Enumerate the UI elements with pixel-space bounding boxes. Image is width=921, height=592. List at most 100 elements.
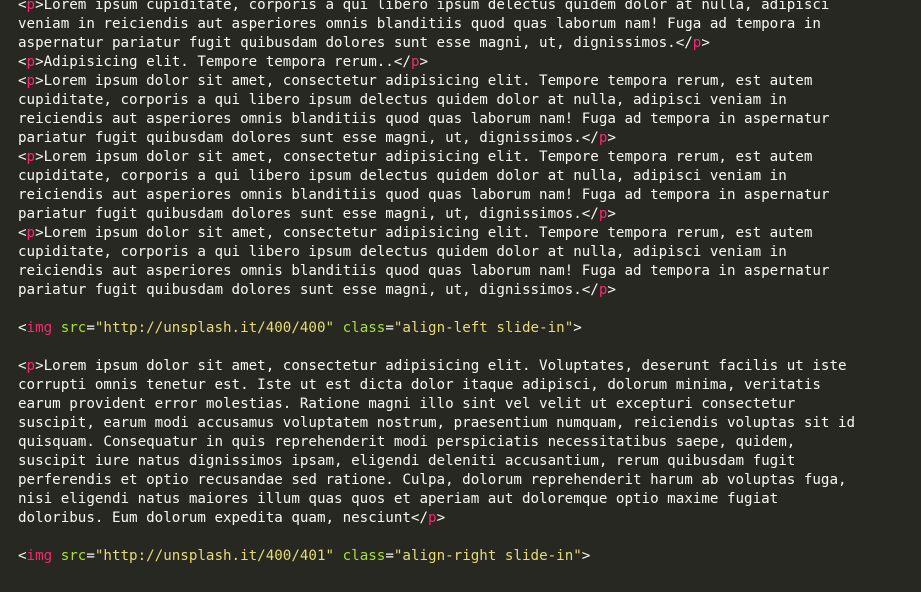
code-line: corrupti omnis tenetur est. Iste ut est … <box>18 376 855 395</box>
attribute-value: "http://unsplash.it/400/401" <box>94 548 335 564</box>
text-content: corrupti omnis tenetur est. Iste ut est … <box>18 377 821 393</box>
text-content: reiciendis aut asperiores omnis blanditi… <box>18 111 830 127</box>
code-line: <img src="http://unsplash.it/400/400" cl… <box>18 319 855 338</box>
tag-close-bracket: > <box>35 73 44 89</box>
text-content: Lorem ipsum dolor sit amet, consectetur … <box>43 149 813 165</box>
code-line: doloribus. Eum dolorum expedita quam, ne… <box>18 509 855 528</box>
tag-name: p <box>26 73 36 89</box>
code-line: cupiditate, corporis a qui libero ipsum … <box>18 243 855 262</box>
code-line: suscipit, earum modi accusamus voluptate… <box>18 414 855 433</box>
tag-name: img <box>26 320 53 336</box>
text-content: cupiditate, corporis a qui libero ipsum … <box>18 168 787 184</box>
text-content: cupiditate, corporis a qui libero ipsum … <box>18 92 787 108</box>
text-content: Lorem ipsum dolor sit amet, consectetur … <box>43 225 813 241</box>
attribute-equals: = <box>385 548 394 564</box>
tag-close-bracket: > <box>581 548 591 564</box>
tag-name: p <box>26 225 36 241</box>
end-tag-close-bracket: > <box>701 35 710 51</box>
text-content: Lorem ipsum dolor sit amet, consectetur … <box>43 73 813 89</box>
attribute-name: class <box>342 320 386 336</box>
code-line: perferendis et optio recusandae sed rati… <box>18 471 855 490</box>
text-content: pariatur fugit quibusdam dolores sunt es… <box>18 206 582 222</box>
code-text-area[interactable]: <p>Lorem ipsum cupiditate, corporis a qu… <box>18 0 855 566</box>
code-line: reiciendis aut asperiores omnis blanditi… <box>18 262 855 281</box>
tag-open-bracket: < <box>18 358 27 374</box>
tag-name: img <box>26 548 53 564</box>
end-tag-open-bracket: </ <box>581 206 599 222</box>
attribute-value: "align-right slide-in" <box>393 548 582 564</box>
code-line: <p>Lorem ipsum dolor sit amet, consectet… <box>18 72 855 91</box>
text-content: reiciendis aut asperiores omnis blanditi… <box>18 263 830 279</box>
tag-open-bracket: < <box>18 0 27 13</box>
tag-open-bracket: < <box>18 149 27 165</box>
tag-open-bracket: < <box>18 73 27 89</box>
tag-close-bracket: > <box>35 225 44 241</box>
text-content: perferendis et optio recusandae sed rati… <box>18 472 847 488</box>
code-line: <p>Lorem ipsum dolor sit amet, consectet… <box>18 148 855 167</box>
end-tag-open-bracket: </ <box>581 130 599 146</box>
text-content: Adipisicing elit. Tempore tempora rerum.… <box>43 54 394 70</box>
tag-name: p <box>26 149 36 165</box>
text-content: suscipit, earum modi accusamus voluptate… <box>18 415 856 431</box>
text-content: pariatur fugit quibusdam dolores sunt es… <box>18 282 582 298</box>
code-line: cupiditate, corporis a qui libero ipsum … <box>18 167 855 186</box>
code-line: <img src="http://unsplash.it/400/401" cl… <box>18 547 855 566</box>
text-content: veniam in reiciendis aut asperiores omni… <box>18 16 821 32</box>
code-line: quisquam. Consequatur in quis reprehende… <box>18 433 855 452</box>
text-content: reiciendis aut asperiores omnis blanditi… <box>18 187 830 203</box>
code-line: <p>Lorem ipsum cupiditate, corporis a qu… <box>18 0 855 15</box>
tag-name: p <box>26 358 36 374</box>
end-tag-close-bracket: > <box>607 130 616 146</box>
end-tag-close-bracket: > <box>607 282 616 298</box>
text-content: nisi eligendi natus maiores illum quas q… <box>18 491 779 507</box>
text-content: Lorem ipsum cupiditate, corporis a qui l… <box>43 0 830 13</box>
code-line: pariatur fugit quibusdam dolores sunt es… <box>18 281 855 300</box>
text-content: suscipit iure natus dignissimos ipsam, e… <box>18 453 796 469</box>
attribute-value: "http://unsplash.it/400/400" <box>94 320 335 336</box>
code-line: aspernatur pariatur fugit quibusdam dolo… <box>18 34 855 53</box>
tag-close-bracket: > <box>35 358 44 374</box>
tag-open-bracket: < <box>18 225 27 241</box>
code-line: nisi eligendi natus maiores illum quas q… <box>18 490 855 509</box>
tag-name: p <box>26 54 36 70</box>
code-line: pariatur fugit quibusdam dolores sunt es… <box>18 129 855 148</box>
text-content: doloribus. Eum dolorum expedita quam, ne… <box>18 510 411 526</box>
attribute-value: "align-left slide-in" <box>393 320 574 336</box>
end-tag-open-bracket: </ <box>393 54 411 70</box>
code-line: veniam in reiciendis aut asperiores omni… <box>18 15 855 34</box>
tag-open-bracket: < <box>18 54 27 70</box>
tag-name: p <box>26 0 36 13</box>
text-content: quisquam. Consequatur in quis reprehende… <box>18 434 796 450</box>
text-content: earum provident error molestias. Ratione… <box>18 396 796 412</box>
text-content: pariatur fugit quibusdam dolores sunt es… <box>18 130 582 146</box>
code-line: <p>Adipisicing elit. Tempore tempora rer… <box>18 53 855 72</box>
attribute-name: src <box>60 548 87 564</box>
end-tag-close-bracket: > <box>419 54 429 70</box>
tag-close-bracket: > <box>35 149 44 165</box>
text-content: Lorem ipsum dolor sit amet, consectetur … <box>43 358 847 374</box>
tag-close-bracket: > <box>573 320 582 336</box>
text-content: cupiditate, corporis a qui libero ipsum … <box>18 244 787 260</box>
code-line: pariatur fugit quibusdam dolores sunt es… <box>18 205 855 224</box>
tag-open-bracket: < <box>18 320 27 336</box>
end-tag-close-bracket: > <box>436 510 446 526</box>
end-tag-name: p <box>428 510 437 526</box>
end-tag-close-bracket: > <box>607 206 616 222</box>
code-editor[interactable]: <p>Lorem ipsum cupiditate, corporis a qu… <box>0 0 921 592</box>
tag-close-bracket: > <box>35 54 44 70</box>
attribute-name: class <box>342 548 386 564</box>
tag-close-bracket: > <box>35 0 44 13</box>
end-tag-name: p <box>410 54 420 70</box>
code-line: earum provident error molestias. Ratione… <box>18 395 855 414</box>
code-line: reiciendis aut asperiores omnis blanditi… <box>18 110 855 129</box>
end-tag-open-bracket: </ <box>410 510 429 526</box>
code-line: suscipit iure natus dignissimos ipsam, e… <box>18 452 855 471</box>
code-line: cupiditate, corporis a qui libero ipsum … <box>18 91 855 110</box>
text-content: aspernatur pariatur fugit quibusdam dolo… <box>18 35 676 51</box>
attribute-name: src <box>60 320 87 336</box>
attribute-equals: = <box>86 320 95 336</box>
code-line: <p>Lorem ipsum dolor sit amet, consectet… <box>18 224 855 243</box>
